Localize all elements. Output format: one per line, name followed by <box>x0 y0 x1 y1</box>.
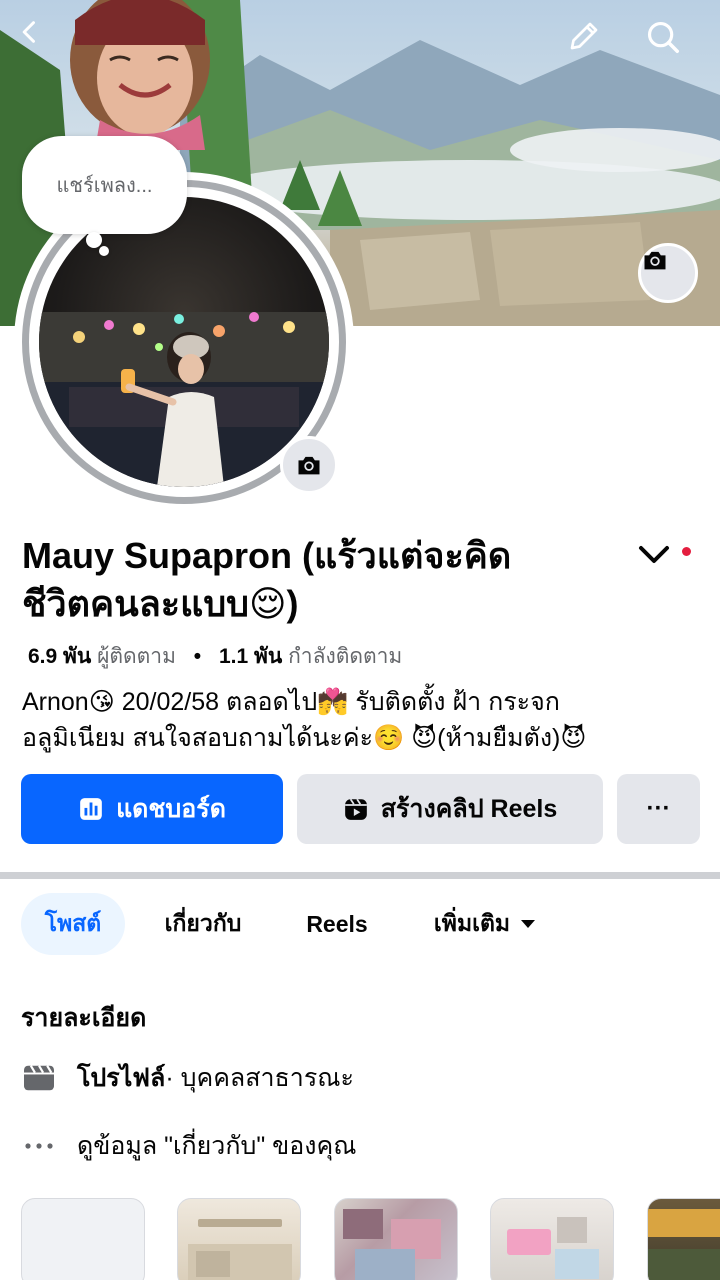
caret-down-icon <box>521 920 536 928</box>
bio-line2: อลูมิเนียม สนใจสอบถามได้นะค่ะ☺️ 😈(ห้ามยื… <box>22 724 587 752</box>
pencil-icon <box>570 22 598 50</box>
tab-posts-label: โพสต์ <box>44 910 102 936</box>
more-dots-icon <box>21 1128 57 1164</box>
clapperboard-icon <box>21 1060 57 1096</box>
tab-about[interactable]: เกี่ยวกับ <box>148 893 258 955</box>
follow-stats: 6.9 พัน ผู้ติดตาม • 1.1 พัน กำลังติดตาม <box>28 640 402 673</box>
profile-name: Mauy Supapron (แร้วแต่จะคิด ชีวิตคนละแบบ… <box>22 532 602 628</box>
chevron-down-icon <box>639 546 669 563</box>
details-heading: รายละเอียด <box>21 1004 147 1032</box>
profile-camera-button[interactable] <box>280 436 338 494</box>
photo-illustration <box>39 312 329 487</box>
followers-count[interactable]: 6.9 พัน <box>28 645 91 668</box>
bubble-tail-dot <box>86 232 102 248</box>
dashboard-icon <box>80 798 102 820</box>
create-reels-label: สร้างคลิป Reels <box>380 795 558 823</box>
search-button[interactable] <box>644 18 692 66</box>
profile-photo <box>39 197 329 487</box>
followers-label[interactable]: ผู้ติดตาม <box>97 645 176 668</box>
profile-name-line1: Mauy Supapron (แร้วแต่จะคิด <box>22 535 512 576</box>
about-link-row[interactable]: ดูข้อมูล "เกี่ยวกับ" ของคุณ <box>21 1126 356 1166</box>
following-label[interactable]: กำลังติดตาม <box>288 645 402 668</box>
profile-type-label: โปรไฟล์ <box>77 1064 166 1092</box>
bio-line1: Arnon😘 20/02/58 ตลอดไป💏 รับติดตั้ง ฝ้า ก… <box>22 688 560 716</box>
thought-bubble-text: แชร์เพลง... <box>56 175 153 197</box>
profile-type-row: โปรไฟล์ · บุคคลสาธารณะ <box>21 1058 354 1098</box>
following-count[interactable]: 1.1 พัน <box>219 645 282 668</box>
profile-switch-button[interactable] <box>636 540 672 570</box>
featured-add-card[interactable] <box>21 1198 145 1280</box>
dashboard-button[interactable]: แดชบอร์ด <box>21 774 283 844</box>
camera-icon <box>644 251 666 270</box>
bubble-tail-dot <box>99 246 109 256</box>
featured-thumbnail[interactable] <box>334 1198 458 1280</box>
featured-thumbnail[interactable] <box>177 1198 301 1280</box>
about-link-text: ดูข้อมูล "เกี่ยวกับ" ของคุณ <box>77 1132 357 1160</box>
search-icon <box>647 21 679 53</box>
edit-button[interactable] <box>566 18 614 66</box>
tab-reels-label: Reels <box>306 910 368 937</box>
thought-bubble[interactable]: แชร์เพลง... <box>22 136 187 234</box>
more-options-label: ··· <box>646 795 671 822</box>
more-options-button[interactable]: ··· <box>617 774 700 844</box>
tab-more[interactable]: เพิ่มเติม <box>415 893 555 955</box>
tab-about-label: เกี่ยวกับ <box>164 910 242 936</box>
chevron-left-icon <box>22 21 35 43</box>
dashboard-label: แดชบอร์ด <box>116 795 226 823</box>
featured-thumbnail[interactable] <box>490 1198 614 1280</box>
notification-dot <box>682 547 691 556</box>
reels-icon <box>344 798 367 820</box>
profile-name-line2: ชีวิตคนละแบบ😌) <box>22 583 299 624</box>
create-reels-button[interactable]: สร้างคลิป Reels <box>297 774 603 844</box>
stats-separator: • <box>193 645 202 668</box>
cover-camera-button[interactable] <box>638 243 698 303</box>
profile-bio: Arnon😘 20/02/58 ตลอดไป💏 รับติดตั้ง ฝ้า ก… <box>22 684 702 756</box>
tab-more-label: เพิ่มเติม <box>433 910 511 936</box>
camera-icon <box>298 456 320 475</box>
section-divider <box>0 872 720 879</box>
tab-reels[interactable]: Reels <box>290 893 384 955</box>
back-button[interactable] <box>16 18 64 66</box>
profile-type-value: · บุคคลสาธารณะ <box>165 1064 354 1092</box>
tab-posts[interactable]: โพสต์ <box>21 893 125 955</box>
featured-thumbnail[interactable] <box>647 1198 720 1280</box>
